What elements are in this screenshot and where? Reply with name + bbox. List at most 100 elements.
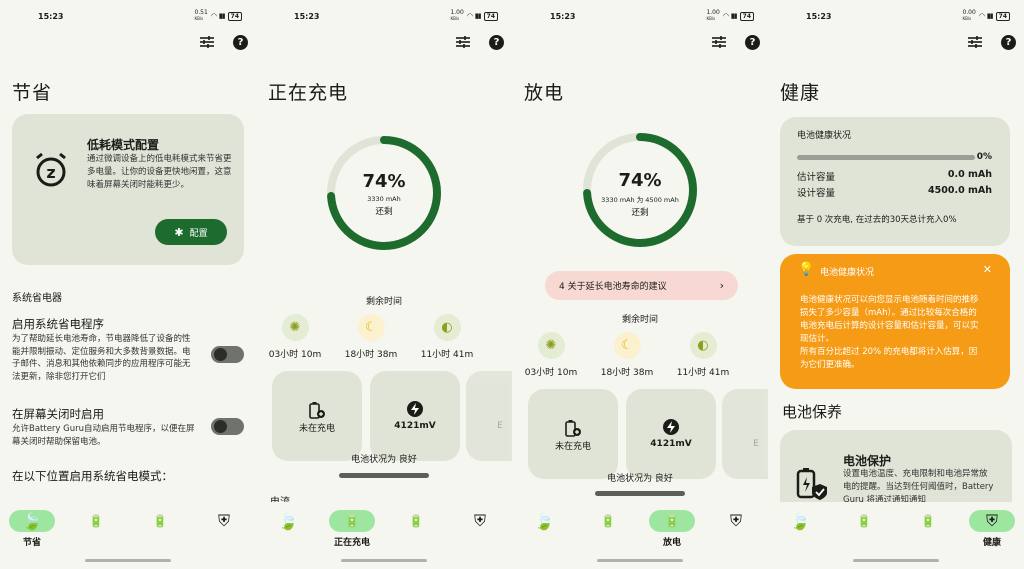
screen-health: 15:23 0.00 KB/s ◠ ▮▮ 74 ? 健康 电池健康状况 0% 估计… xyxy=(768,0,1024,569)
battery-health-text: 电池状况为 良好 xyxy=(607,474,673,484)
signal-icon: ▮▮ xyxy=(474,12,482,20)
chevron-right-icon: › xyxy=(719,279,724,292)
tile-partial[interactable]: E xyxy=(722,389,768,479)
charge-ring: 74% 3330 mAh 还剩 xyxy=(324,133,444,253)
net-speed: 0.51 KB/s xyxy=(194,9,208,22)
status-bar: 15:23 0.51 KB/s ◠ ▮▮ 74 xyxy=(0,0,256,32)
est-capacity-value: 0.0 mAh xyxy=(947,169,992,180)
nav-save[interactable]: 🍃 xyxy=(520,510,568,532)
home-indicator xyxy=(85,559,171,562)
wifi-icon: ◠ xyxy=(210,12,217,20)
time-screen-on: ✺ 03小时 10m xyxy=(258,314,332,360)
bottom-nav-1: 🍃 节省 🔋 🔋 ⛨ xyxy=(0,502,256,569)
bottom-nav-4: 🍃 🔋 🔋 ⛨ 健康 xyxy=(768,502,1024,569)
battery-minus-icon: 🔋 xyxy=(664,514,680,528)
nav-save[interactable]: 🍃 xyxy=(776,510,824,532)
tile-charge-state[interactable]: 未在充电 xyxy=(272,371,362,461)
settings-sliders-icon[interactable] xyxy=(455,34,471,50)
settings-sliders-icon[interactable] xyxy=(967,34,983,50)
svg-text:z: z xyxy=(46,163,55,182)
time-mixed: ◐ 11小时 41m xyxy=(410,314,484,360)
lowpower-card: z 低耗模式配置 通过微调设备上的低电耗模式来节省更多电量。让你的设备更快地闲置… xyxy=(12,114,244,265)
wifi-icon: ◠ xyxy=(722,12,729,20)
screens: 15:23 0.51 KB/s ◠ ▮▮ 74 ? 节省 z 低耗模式配置 通过微… xyxy=(0,0,1024,569)
status-bar: 15:23 0.00 KB/s ◠ ▮▮ 74 xyxy=(768,0,1024,32)
battery-minus-icon: 🔋 xyxy=(152,514,168,528)
shield-plus-icon: ⛨ xyxy=(473,511,486,530)
close-icon[interactable]: ✕ xyxy=(983,263,992,276)
nav-health[interactable]: ⛨ 健康 xyxy=(968,510,1016,548)
page-title: 健康 xyxy=(780,82,821,104)
home-indicator xyxy=(341,559,427,562)
nav-charging[interactable]: 🔋 xyxy=(584,510,632,532)
system-saver-toggle[interactable] xyxy=(211,346,244,363)
lowpower-title: 低耗模式配置 xyxy=(87,138,160,152)
nav-save[interactable]: 🍃 xyxy=(264,510,312,532)
bottom-nav-2: 🍃 🔋 正在充电 🔋 ⛨ xyxy=(256,502,512,569)
tile-voltage[interactable]: 4121mV xyxy=(370,371,460,461)
gear-icon: ✱ xyxy=(174,225,184,239)
nav-discharging[interactable]: 🔋 xyxy=(392,510,440,532)
settings-sliders-icon[interactable] xyxy=(199,34,215,50)
nav-save[interactable]: 🍃 节省 xyxy=(8,510,56,548)
battery-plus-icon: 🔋 xyxy=(600,514,616,528)
health-progress xyxy=(797,155,975,160)
nav-health[interactable]: ⛨ xyxy=(712,510,760,532)
wifi-icon: ◠ xyxy=(466,12,473,20)
protect-title: 电池保护 xyxy=(843,454,892,468)
tile-partial[interactable]: E xyxy=(466,371,512,461)
wifi-icon: ◠ xyxy=(978,12,985,20)
battery-shield-icon xyxy=(794,467,828,502)
battery-plus-icon xyxy=(528,419,618,437)
tile-charge-state[interactable]: 未在充电 xyxy=(528,389,618,479)
nav-charging[interactable]: 🔋 正在充电 xyxy=(328,510,376,548)
time-idle: ☾ 18小时 38m xyxy=(334,314,408,360)
lowpower-desc: 通过微调设备上的低电耗模式来节省更多电量。让你的设备更快地闲置，这意味着屏幕关闭… xyxy=(87,154,232,190)
nav-discharging[interactable]: 🔋 xyxy=(904,510,952,532)
sun-moon-icon: ◐ xyxy=(433,314,461,341)
battery-plus-icon xyxy=(272,401,362,419)
sun-icon: ✺ xyxy=(281,314,309,341)
nav-health[interactable]: ⛨ xyxy=(200,510,248,532)
nav-discharging[interactable]: 🔋 xyxy=(136,510,184,532)
leaf-icon: 🍃 xyxy=(534,511,554,531)
tile-voltage[interactable]: 4121mV xyxy=(626,389,716,479)
battery-health-text: 电池状况为 良好 xyxy=(351,455,417,465)
advice-chip[interactable]: 4 关于延长电池寿命的建议 › xyxy=(545,271,738,300)
nav-discharging[interactable]: 🔋 放电 xyxy=(648,510,696,548)
status-bar: 15:23 1.00 KB/s ◠ ▮▮ 74 xyxy=(256,0,512,32)
protect-desc: 设置电池温度、充电限制和电池异常放电的提醒。当达到任何阈值时，Battery G… xyxy=(843,469,994,502)
settings-sliders-icon[interactable] xyxy=(711,34,727,50)
help-icon[interactable]: ? xyxy=(489,34,504,50)
help-icon[interactable]: ? xyxy=(233,34,248,50)
nav-charging[interactable]: 🔋 xyxy=(72,510,120,532)
signal-icon: ▮▮ xyxy=(218,12,226,20)
help-icon[interactable]: ? xyxy=(1001,34,1016,50)
home-indicator xyxy=(853,559,939,562)
net-speed: 1.00 KB/s xyxy=(450,9,464,22)
screen-save: 15:23 0.51 KB/s ◠ ▮▮ 74 ? 节省 z 低耗模式配置 通过微… xyxy=(0,0,256,569)
moon-icon: ☾ xyxy=(613,332,641,359)
page-title: 节省 xyxy=(12,82,53,104)
nav-charging[interactable]: 🔋 xyxy=(840,510,888,532)
signal-icon: ▮▮ xyxy=(730,12,738,20)
nav-health[interactable]: ⛨ xyxy=(456,510,504,532)
protect-card[interactable]: 电池保护 设置电池温度、充电限制和电池异常放电的提醒。当达到任何阈值时，Batt… xyxy=(780,430,1012,502)
battery-icon: 74 xyxy=(483,11,498,21)
bolt-icon xyxy=(370,401,460,417)
battery-icon: 74 xyxy=(227,11,242,21)
sun-moon-icon: ◐ xyxy=(689,332,717,359)
remaining-time-label: 剩余时间 xyxy=(621,315,658,325)
page-title: 放电 xyxy=(524,82,565,104)
help-icon[interactable]: ? xyxy=(745,34,760,50)
screen-off-toggle[interactable] xyxy=(211,418,244,435)
sun-icon: ✺ xyxy=(537,332,565,359)
leaf-icon: 🍃 xyxy=(790,511,810,531)
charge-mah: 3330 mAh xyxy=(367,195,401,203)
moon-icon: ☾ xyxy=(357,314,385,341)
health-progress-text: 0% xyxy=(976,152,992,162)
configure-button[interactable]: ✱ 配置 xyxy=(155,219,227,245)
time-mixed: ◐ 11小时 41m xyxy=(666,332,740,378)
discharge-left-label: 还剩 xyxy=(631,208,649,218)
section-title: 系统省电器 xyxy=(12,293,62,304)
